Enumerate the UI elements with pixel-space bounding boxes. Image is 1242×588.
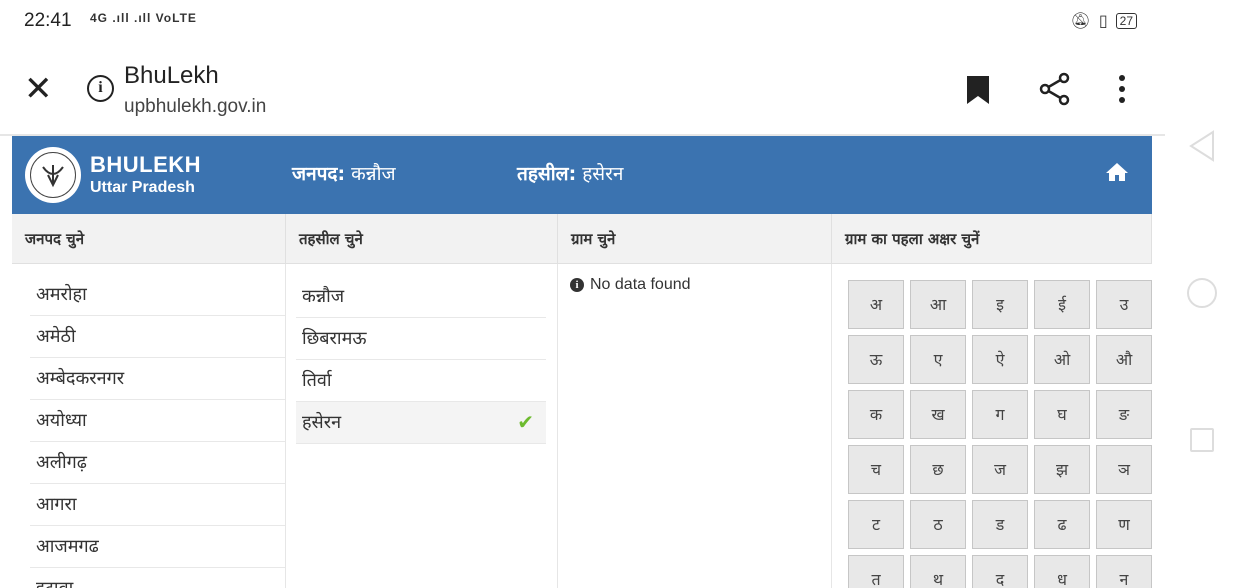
no-data-message: i No data found bbox=[570, 276, 691, 294]
janpad-item[interactable]: अम्बेदकरनगर bbox=[30, 358, 285, 400]
janpad-item[interactable]: अयोध्या bbox=[30, 400, 285, 442]
janpad-item[interactable]: अमेठी bbox=[30, 316, 285, 358]
back-nav-icon[interactable] bbox=[1188, 130, 1216, 162]
janpad-label: जनपद: bbox=[292, 163, 346, 185]
janpad-column-header: जनपद चुने bbox=[12, 214, 286, 264]
gram-column-header: ग्राम चुने bbox=[558, 214, 832, 264]
brand-state: Uttar Pradesh bbox=[90, 179, 195, 196]
letter-key[interactable]: आ bbox=[910, 280, 966, 329]
selected-tehsil: तहसील: हसेरन bbox=[517, 160, 623, 186]
recents-nav-icon[interactable] bbox=[1190, 428, 1214, 452]
tehsil-item[interactable]: छिबरामऊ bbox=[296, 318, 546, 360]
tehsil-item[interactable]: हसेरन ✔ bbox=[296, 402, 546, 444]
tehsil-item-label: तिर्वा bbox=[302, 370, 332, 391]
bookmark-icon[interactable] bbox=[966, 75, 990, 105]
tehsil-value: हसेरन bbox=[582, 163, 624, 185]
page-url: upbhulekh.gov.in bbox=[124, 96, 267, 117]
letter-key[interactable]: न bbox=[1096, 555, 1152, 588]
home-icon[interactable] bbox=[1105, 162, 1129, 182]
letter-key[interactable]: ग bbox=[972, 390, 1028, 439]
janpad-list: अमरोहा अमेठी अम्बेदकरनगर अयोध्या अलीगढ़ आगरा आ… bbox=[12, 264, 286, 588]
letter-key[interactable]: औ bbox=[1096, 335, 1152, 384]
letter-key[interactable]: थ bbox=[910, 555, 966, 588]
letter-key[interactable]: द bbox=[972, 555, 1028, 588]
tehsil-item-label: कन्नौज bbox=[302, 286, 345, 307]
letter-key[interactable]: ए bbox=[910, 335, 966, 384]
letter-key[interactable]: ङ bbox=[1096, 390, 1152, 439]
tehsil-item[interactable]: कन्नौज bbox=[296, 276, 546, 318]
selected-janpad: जनपद: कन्नौज bbox=[292, 160, 396, 186]
tehsil-list: कन्नौज छिबरामऊ तिर्वा हसेरन ✔ bbox=[286, 264, 558, 588]
janpad-value: कन्नौज bbox=[351, 163, 396, 185]
janpad-item[interactable]: आगरा bbox=[30, 484, 285, 526]
letter-key[interactable]: उ bbox=[1096, 280, 1152, 329]
clock: 22:41 bbox=[24, 10, 72, 31]
letter-key[interactable]: इ bbox=[972, 280, 1028, 329]
tehsil-label: तहसील: bbox=[517, 163, 577, 185]
tehsil-column-header: तहसील चुने bbox=[286, 214, 558, 264]
letter-key[interactable]: ऐ bbox=[972, 335, 1028, 384]
page-title: BhuLekh bbox=[124, 62, 219, 89]
vibrate-icon: ▯ bbox=[1098, 11, 1108, 30]
home-nav-icon[interactable] bbox=[1187, 278, 1217, 308]
letter-key[interactable]: अ bbox=[848, 280, 904, 329]
site-header: BHULEKH Uttar Pradesh जनपद: कन्नौज तहसील… bbox=[12, 136, 1152, 214]
mute-icon: 🔕︎ bbox=[1070, 11, 1091, 30]
close-icon[interactable]: ✕ bbox=[24, 72, 53, 106]
status-icons: 🔕︎ ▯ 27 bbox=[1071, 11, 1137, 30]
letter-key[interactable]: ज bbox=[972, 445, 1028, 494]
letter-key[interactable]: ढ bbox=[1034, 500, 1090, 549]
letter-key[interactable]: क bbox=[848, 390, 904, 439]
status-bar: 22:41 4G .ıll .ıll VoLTE 🔕︎ ▯ 27 bbox=[0, 0, 1165, 44]
gram-list: i No data found bbox=[558, 264, 832, 588]
tehsil-item-label: हसेरन bbox=[302, 412, 342, 433]
letter-column-header: ग्राम का पहला अक्षर चुनें bbox=[832, 214, 1152, 264]
letter-key[interactable]: ध bbox=[1034, 555, 1090, 588]
letter-key[interactable]: छ bbox=[910, 445, 966, 494]
more-menu-icon[interactable] bbox=[1117, 74, 1127, 104]
battery-icon: 27 bbox=[1115, 12, 1137, 29]
info-icon[interactable]: i bbox=[87, 75, 114, 102]
info-circle-icon: i bbox=[570, 278, 584, 292]
tehsil-item[interactable]: तिर्वा bbox=[296, 360, 546, 402]
up-emblem-logo bbox=[25, 147, 81, 203]
janpad-item[interactable]: इटावा bbox=[30, 568, 285, 588]
tehsil-item-label: छिबरामऊ bbox=[302, 328, 367, 349]
letter-key[interactable]: ठ bbox=[910, 500, 966, 549]
janpad-item[interactable]: अमरोहा bbox=[30, 274, 285, 316]
letter-key[interactable]: ई bbox=[1034, 280, 1090, 329]
brand-name: BHULEKH bbox=[90, 152, 202, 177]
no-data-text: No data found bbox=[590, 276, 691, 293]
letter-picker: अआइईउ ऊएऐओऔ कखगघङ चछजझञ टठडढण तथदधन bbox=[832, 264, 1152, 588]
letter-key[interactable]: ट bbox=[848, 500, 904, 549]
letter-key[interactable]: घ bbox=[1034, 390, 1090, 439]
letter-key[interactable]: त bbox=[848, 555, 904, 588]
browser-toolbar: ✕ i BhuLekh upbhulekh.gov.in bbox=[0, 44, 1165, 136]
letter-key[interactable]: ऊ bbox=[848, 335, 904, 384]
share-icon[interactable] bbox=[1039, 72, 1071, 106]
signal-icon: 4G .ıll .ıll VoLTE bbox=[90, 11, 197, 25]
letter-key[interactable]: ओ bbox=[1034, 335, 1090, 384]
letter-key[interactable]: झ bbox=[1034, 445, 1090, 494]
letter-key[interactable]: ञ bbox=[1096, 445, 1152, 494]
janpad-item[interactable]: आजमगढ bbox=[30, 526, 285, 568]
checkmark-icon: ✔ bbox=[517, 410, 534, 434]
letter-key[interactable]: ख bbox=[910, 390, 966, 439]
janpad-item[interactable]: अलीगढ़ bbox=[30, 442, 285, 484]
letter-key[interactable]: ण bbox=[1096, 500, 1152, 549]
letter-key[interactable]: ड bbox=[972, 500, 1028, 549]
letter-key[interactable]: च bbox=[848, 445, 904, 494]
